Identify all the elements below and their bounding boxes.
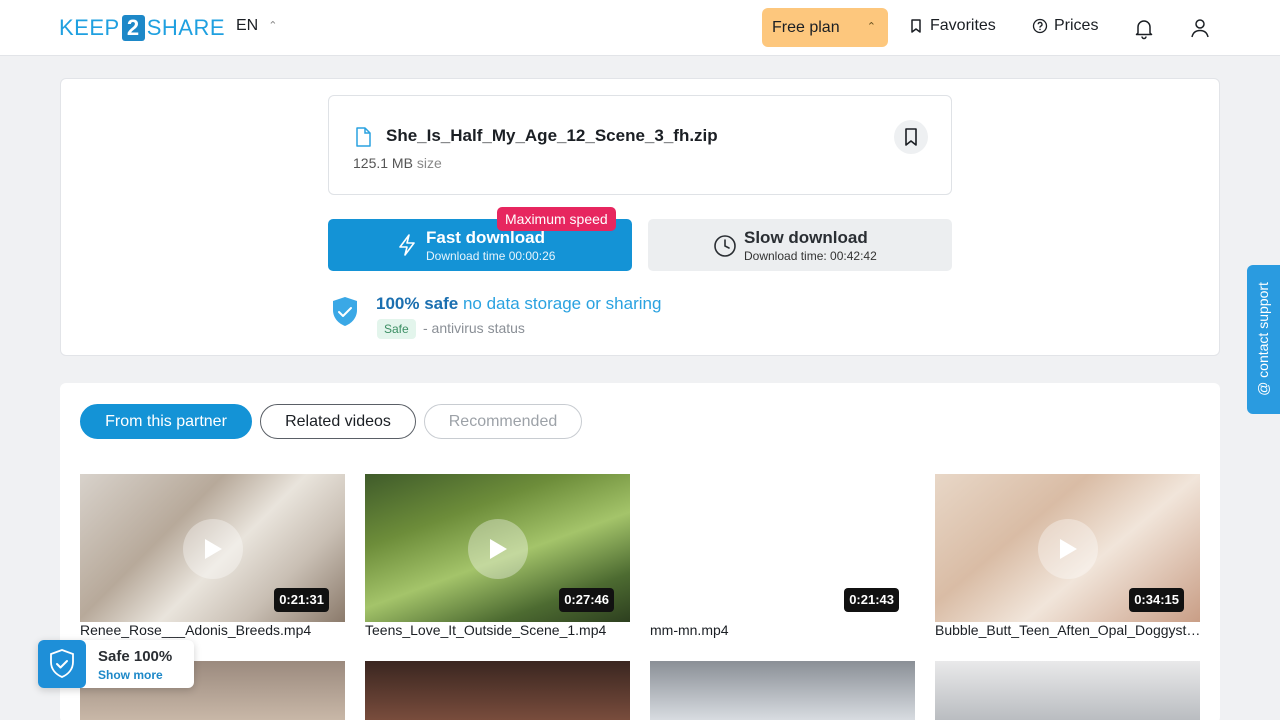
- video-thumbnail[interactable]: [650, 661, 915, 720]
- play-icon: [490, 539, 507, 559]
- video-thumbnail[interactable]: 0:21:31: [80, 474, 345, 622]
- video-duration: 0:21:43: [844, 588, 899, 612]
- safe-100-badge[interactable]: Safe 100% Show more: [38, 640, 194, 688]
- favorites-link[interactable]: Favorites: [908, 17, 996, 35]
- slow-download-time: Download time: 00:42:42: [744, 249, 877, 263]
- slow-download-title: Slow download: [744, 228, 868, 247]
- safe-badge-title: Safe 100%: [98, 648, 173, 665]
- chevron-up-icon: ⌃: [268, 19, 278, 32]
- fast-download-time: Download time 00:00:26: [426, 249, 556, 263]
- contact-support-label: @ contact support: [1255, 282, 1271, 396]
- top-header: KEEP 2 SHARE EN ⌃ Free plan ⌃ Favorites …: [0, 0, 1280, 56]
- user-icon[interactable]: [1188, 16, 1212, 40]
- video-thumbnail[interactable]: [365, 661, 630, 720]
- video-title[interactable]: mm-mn.mp4: [650, 622, 916, 638]
- shield-check-icon: [333, 297, 357, 326]
- file-size-unit: size: [416, 155, 442, 171]
- badge-shield-box: [38, 640, 86, 688]
- bookmark-icon: [905, 128, 917, 146]
- video-title[interactable]: Renee_Rose___Adonis_Breeds.mp4: [80, 622, 346, 638]
- bookmark-icon: [911, 19, 921, 33]
- safety-bold: 100% safe: [376, 294, 459, 313]
- help-circle-icon: [1032, 18, 1048, 34]
- play-button[interactable]: [468, 519, 528, 579]
- prices-label: Prices: [1054, 17, 1099, 34]
- logo-text-share: SHARE: [146, 15, 225, 40]
- video-duration: 0:21:31: [274, 588, 329, 612]
- max-speed-badge: Maximum speed: [497, 207, 616, 231]
- shield-check-icon: [50, 649, 74, 678]
- video-duration: 0:27:46: [559, 588, 614, 612]
- play-button[interactable]: [183, 519, 243, 579]
- safety-statement: 100% safe no data storage or sharing: [376, 294, 661, 314]
- video-thumbnail[interactable]: 0:21:43: [650, 474, 915, 622]
- clock-icon: [714, 235, 736, 257]
- play-icon: [1060, 539, 1077, 559]
- file-name: She_Is_Half_My_Age_12_Scene_3_fh.zip: [386, 126, 718, 145]
- play-button[interactable]: [1038, 519, 1098, 579]
- logo-text-keep: KEEP: [59, 15, 120, 40]
- antivirus-safe-tag: Safe: [377, 319, 416, 339]
- prices-link[interactable]: Prices: [1032, 17, 1098, 35]
- free-plan-button[interactable]: Free plan ⌃: [762, 8, 888, 47]
- slow-download-button[interactable]: Slow download Download time: 00:42:42: [648, 219, 952, 271]
- contact-support-tab[interactable]: @ contact support: [1247, 265, 1280, 414]
- language-selector[interactable]: EN ⌃: [236, 17, 277, 35]
- video-title[interactable]: Teens_Love_It_Outside_Scene_1.mp4: [365, 622, 631, 638]
- file-icon: [356, 127, 371, 147]
- show-more-link[interactable]: Show more: [98, 668, 163, 682]
- bookmark-file-button[interactable]: [894, 120, 928, 154]
- tab-from-this-partner[interactable]: From this partner: [80, 404, 252, 439]
- video-thumbnail[interactable]: 0:34:15: [935, 474, 1200, 622]
- antivirus-status-label: - antivirus status: [423, 320, 525, 336]
- play-icon: [205, 539, 222, 559]
- video-duration: 0:34:15: [1129, 588, 1184, 612]
- tab-related-videos[interactable]: Related videos: [260, 404, 416, 439]
- video-title[interactable]: Bubble_Butt_Teen_Aften_Opal_Doggystyle.m…: [935, 622, 1201, 638]
- favorites-label: Favorites: [930, 17, 996, 34]
- safety-light: no data storage or sharing: [462, 294, 662, 313]
- file-size-value: 125.1 MB: [353, 155, 413, 171]
- video-thumbnail[interactable]: [935, 661, 1200, 720]
- tab-recommended[interactable]: Recommended: [424, 404, 582, 439]
- fast-download-title: Fast download: [426, 228, 545, 247]
- file-size: 125.1 MB size: [353, 155, 442, 171]
- free-plan-label: Free plan: [772, 18, 840, 36]
- lightning-icon: [399, 234, 415, 256]
- chevron-up-icon: ⌃: [866, 21, 876, 33]
- keep2share-logo[interactable]: KEEP 2 SHARE: [59, 14, 225, 42]
- bell-icon[interactable]: [1132, 16, 1156, 40]
- logo-text-2: 2: [121, 15, 145, 41]
- video-thumbnail[interactable]: 0:27:46: [365, 474, 630, 622]
- language-label: EN: [236, 17, 259, 34]
